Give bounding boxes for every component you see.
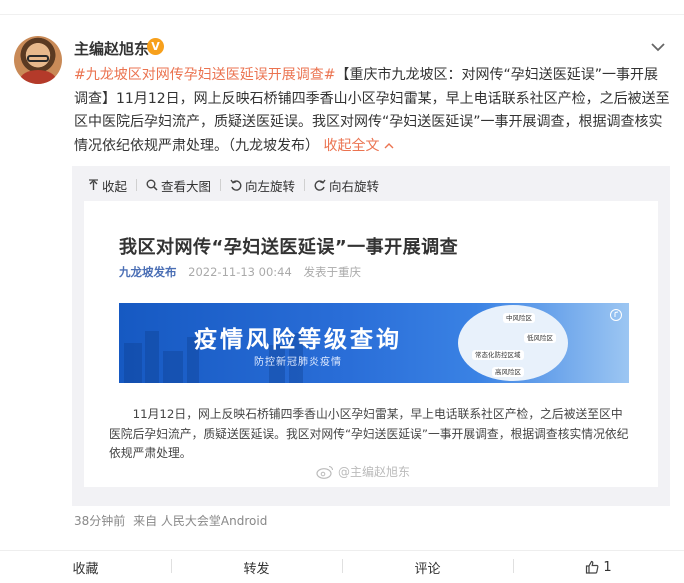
- view-large-button[interactable]: 查看大图: [146, 176, 211, 195]
- weibo-logo-icon: [316, 465, 334, 479]
- top-divider: [0, 14, 684, 15]
- risk-pill: 中风险区: [503, 313, 535, 323]
- risk-pill: 高风险区: [492, 367, 524, 377]
- image-toolbar: 收起 查看大图 向左旋转 向右旋转: [88, 176, 379, 194]
- risk-pill: 常态化防控区域: [472, 350, 524, 360]
- rotate-right-icon: [314, 179, 326, 191]
- post-timestamp[interactable]: 38分钟前: [74, 514, 125, 528]
- avatar[interactable]: [14, 36, 62, 84]
- rotate-left-icon: [230, 179, 242, 191]
- music-note-icon: [610, 309, 622, 321]
- post-text-line2: 调查】11月12日，网上反映石桥铺四季香山小区孕妇雷某，早上电话联系社区产检，之…: [74, 90, 670, 107]
- view-large-label: 查看大图: [161, 178, 212, 194]
- collapse-up-icon: [89, 179, 98, 190]
- rotate-left-label: 向左旋转: [245, 178, 296, 194]
- rotate-right-button[interactable]: 向右旋转: [314, 176, 379, 195]
- article-date: 2022-11-13 00:44: [188, 265, 292, 279]
- post-text-line1: 【重庆市九龙坡区：对网传“孕妇送医延误”一事开展: [335, 67, 658, 83]
- rotate-right-label: 向右旋转: [329, 178, 380, 194]
- post-text-line4: 情况依纪依规严肃处理。（九龙坡发布）: [74, 137, 319, 154]
- like-count: 1: [603, 559, 612, 575]
- watermark: @主编赵旭东: [316, 463, 410, 480]
- magnifier-icon: [146, 179, 158, 191]
- toolbar-divider: [220, 179, 222, 191]
- repost-label: 转发: [243, 561, 270, 577]
- comment-button[interactable]: 评论: [342, 551, 513, 583]
- rotate-left-button[interactable]: 向左旋转: [230, 176, 295, 195]
- toolbar-divider: [304, 179, 306, 191]
- action-bar: 收藏 转发 评论 1: [0, 550, 684, 583]
- verified-badge-icon: V: [147, 38, 164, 55]
- article-banner: 疫情风险等级查询 防控新冠肺炎疫情 中风险区 低风险区 常态化防控区域 高风险区: [119, 303, 629, 383]
- author-name[interactable]: 主编赵旭东: [74, 38, 149, 59]
- article-title: 我区对网传“孕妇送医延误”一事开展调查: [119, 237, 459, 258]
- thumbs-up-icon: [586, 560, 599, 574]
- collapse-image-button[interactable]: 收起: [88, 176, 127, 195]
- article-meta: 九龙坡发布 2022-11-13 00:44 发表于重庆: [119, 264, 361, 280]
- collapse-text-link[interactable]: 收起全文: [323, 137, 394, 154]
- avatar-glasses: [27, 55, 49, 62]
- banner-subtitle: 防控新冠肺炎疫情: [254, 357, 342, 368]
- comment-label: 评论: [414, 561, 441, 577]
- article-source: 九龙坡发布: [119, 265, 177, 279]
- banner-title: 疫情风险等级查询: [194, 327, 402, 353]
- chevron-down-icon[interactable]: [648, 38, 668, 56]
- article-body: 11月12日，网上反映石桥铺四季香山小区孕妇雷某，早上电话联系社区产检，之后被送…: [109, 407, 629, 460]
- like-button[interactable]: 1: [513, 551, 684, 583]
- watermark-text: @主编赵旭东: [338, 465, 411, 479]
- favorite-button[interactable]: 收藏: [0, 551, 171, 583]
- chevron-up-icon: [384, 142, 394, 148]
- hashtag-link[interactable]: #九龙坡区对网传孕妇送医延误开展调查#: [74, 67, 335, 83]
- post-source: 来自 人民大会堂Android: [133, 514, 268, 528]
- collapse-label: 收起: [102, 178, 128, 194]
- toolbar-divider: [136, 179, 138, 191]
- repost-button[interactable]: 转发: [171, 551, 342, 583]
- post-meta: 38分钟前 来自 人民大会堂Android: [74, 512, 267, 529]
- post-text-line3: 区中医院后孕妇流产，质疑送医延误。我区对网传“孕妇送医延误”一事开展调查，根据调…: [74, 114, 663, 130]
- post-body: #九龙坡区对网传孕妇送医延误开展调查#【重庆市九龙坡区：对网传“孕妇送医延误”一…: [74, 64, 670, 158]
- favorite-label: 收藏: [72, 561, 99, 577]
- article-location: 发表于重庆: [303, 265, 361, 279]
- collapse-text-label: 收起全文: [323, 137, 380, 154]
- avatar-shirt: [20, 70, 56, 84]
- risk-pill: 低风险区: [524, 333, 556, 343]
